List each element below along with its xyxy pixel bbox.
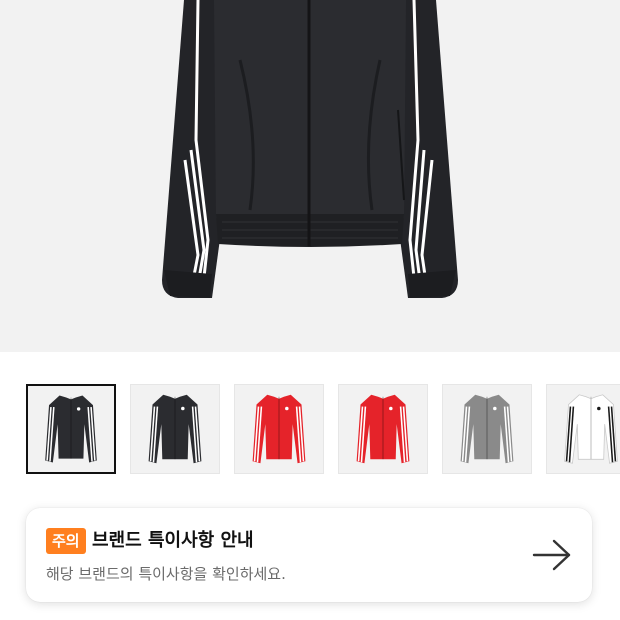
caution-badge: 주의 — [46, 528, 86, 554]
thumbnail-black[interactable] — [26, 384, 116, 474]
thumbnail-strip — [0, 384, 620, 476]
jacket-thumbnail-image — [356, 394, 410, 464]
jacket-thumbnail-image — [252, 394, 306, 464]
brand-notice-card[interactable]: 주의 브랜드 특이사항 안내 해당 브랜드의 특이사항을 확인하세요. — [26, 508, 592, 602]
notice-title: 브랜드 특이사항 안내 — [92, 530, 254, 551]
jacket-thumbnail-image — [564, 394, 618, 464]
thumbnail-grey[interactable] — [442, 384, 532, 474]
jacket-thumbnail-image — [460, 394, 514, 464]
thumbnail-red[interactable] — [234, 384, 324, 474]
product-detail-page: 주의 브랜드 특이사항 안내 해당 브랜드의 특이사항을 확인하세요. — [0, 0, 620, 620]
thumbnail-white[interactable] — [546, 384, 620, 474]
thumbnail-black[interactable] — [130, 384, 220, 474]
arrow-right-icon[interactable] — [532, 538, 572, 572]
jacket-thumbnail-image — [148, 394, 202, 464]
jacket-image — [162, 0, 458, 298]
product-main-image[interactable] — [0, 0, 620, 352]
thumbnail-red[interactable] — [338, 384, 428, 474]
notice-description: 해당 브랜드의 특이사항을 확인하세요. — [46, 565, 286, 583]
jacket-thumbnail-image — [45, 395, 97, 463]
